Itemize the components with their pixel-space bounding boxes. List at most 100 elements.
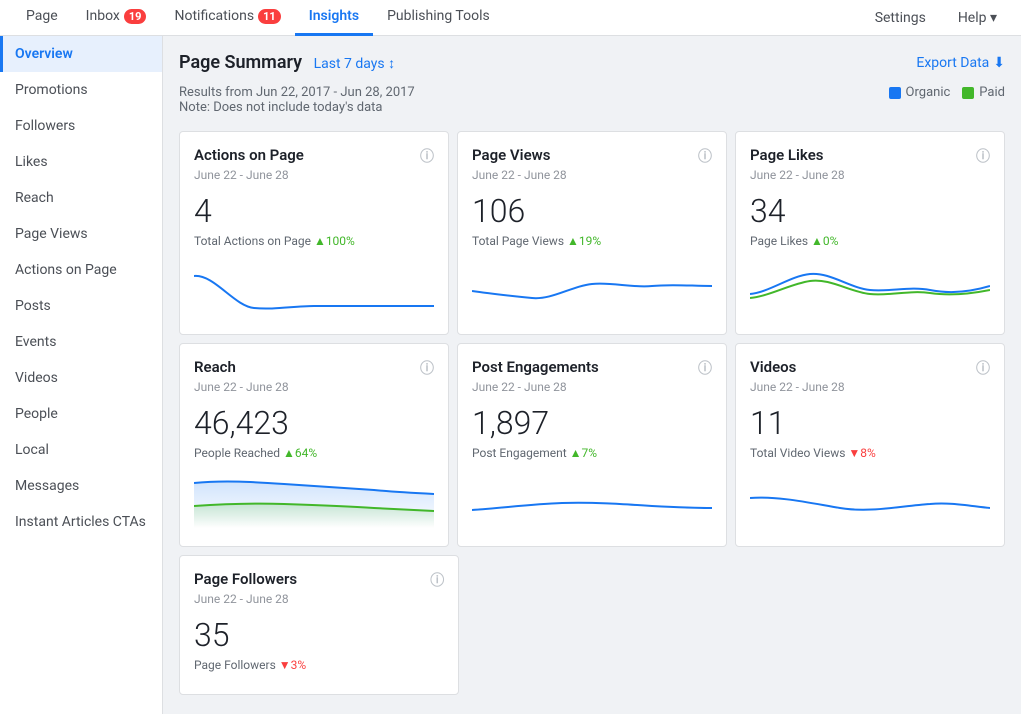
card-value-post-engagements: 1,897 [472,404,712,442]
date-range-text-group: Results from Jun 22, 2017 - Jun 28, 2017… [179,85,415,115]
export-data-button[interactable]: Export Data ⬇ [916,55,1005,71]
date-range-row: Results from Jun 22, 2017 - Jun 28, 2017… [179,85,1005,115]
card-page-followers: Page Followers ⓘ June 22 - June 28 35 Pa… [179,555,459,695]
card-videos: Videos ⓘ June 22 - June 28 11 Total Vide… [735,343,1005,547]
chart-actions [194,256,434,316]
change-actions: ▲100% [314,234,355,248]
chart-videos [750,468,990,528]
change-page-likes: ▲0% [811,234,838,248]
card-post-engagements: Post Engagements ⓘ June 22 - June 28 1,8… [457,343,727,547]
tab-notifications[interactable]: Notifications 11 [160,0,294,36]
card-title-page-followers: Page Followers ⓘ [194,570,444,590]
change-videos: ▼8% [848,446,875,460]
sidebar-item-people[interactable]: People [0,396,162,432]
organic-dot [889,87,901,99]
sidebar-item-posts[interactable]: Posts [0,288,162,324]
card-value-page-views: 106 [472,192,712,230]
card-desc-page-views: Total Page Views ▲19% [472,234,712,248]
paid-dot [962,87,974,99]
sidebar-item-promotions[interactable]: Promotions [0,72,162,108]
card-actions-on-page: Actions on Page ⓘ June 22 - June 28 4 To… [179,131,449,335]
top-nav-left: Page Inbox 19 Notifications 11 Insights … [12,0,863,36]
date-range-text: Results from Jun 22, 2017 - Jun 28, 2017 [179,85,415,100]
chart-page-views [472,256,712,316]
card-reach: Reach ⓘ June 22 - June 28 46,423 People … [179,343,449,547]
sidebar-item-local[interactable]: Local [0,432,162,468]
tab-inbox[interactable]: Inbox 19 [72,0,161,36]
card-desc-post-engagements: Post Engagement ▲7% [472,446,712,460]
change-post-engagements: ▲7% [570,446,597,460]
top-nav-right: Settings Help ▾ [863,0,1009,36]
card-page-views: Page Views ⓘ June 22 - June 28 106 Total… [457,131,727,335]
card-subtitle-page-likes: June 22 - June 28 [750,168,990,182]
chart-reach [194,468,434,528]
info-icon-videos[interactable]: ⓘ [976,358,990,378]
card-subtitle-page-followers: June 22 - June 28 [194,592,444,606]
sidebar-item-messages[interactable]: Messages [0,468,162,504]
main-content: Page Summary Last 7 days ↕ Export Data ⬇… [163,36,1021,714]
tab-insights[interactable]: Insights [295,0,373,36]
card-desc-reach: People Reached ▲64% [194,446,434,460]
help-button[interactable]: Help ▾ [946,0,1009,36]
layout: Overview Promotions Followers Likes Reac… [0,36,1021,714]
card-subtitle-reach: June 22 - June 28 [194,380,434,394]
card-desc-actions: Total Actions on Page ▲100% [194,234,434,248]
info-icon-reach[interactable]: ⓘ [420,358,434,378]
card-value-reach: 46,423 [194,404,434,442]
card-value-videos: 11 [750,404,990,442]
card-value-actions: 4 [194,192,434,230]
card-page-likes: Page Likes ⓘ June 22 - June 28 34 Page L… [735,131,1005,335]
notifications-badge: 11 [258,9,281,24]
card-title-actions: Actions on Page ⓘ [194,146,434,166]
legend-organic: Organic [889,85,951,100]
card-desc-videos: Total Video Views ▼8% [750,446,990,460]
inbox-badge: 19 [124,9,147,24]
sidebar-item-page-views[interactable]: Page Views [0,216,162,252]
legend-paid: Paid [962,85,1005,100]
tab-page[interactable]: Page [12,0,72,36]
card-desc-page-followers: Page Followers ▼3% [194,658,444,672]
info-icon-page-likes[interactable]: ⓘ [976,146,990,166]
chart-legend: Organic Paid [889,85,1005,100]
export-icon: ⬇ [993,55,1005,71]
card-title-reach: Reach ⓘ [194,358,434,378]
card-value-page-followers: 35 [194,616,444,654]
info-icon-post-engagements[interactable]: ⓘ [698,358,712,378]
summary-header: Page Summary Last 7 days ↕ Export Data ⬇ [179,52,1005,73]
card-subtitle-actions: June 22 - June 28 [194,168,434,182]
tab-publishing-tools[interactable]: Publishing Tools [373,0,504,36]
card-subtitle-post-engagements: June 22 - June 28 [472,380,712,394]
change-page-views: ▲19% [567,234,601,248]
summary-title-group: Page Summary Last 7 days ↕ [179,52,395,73]
card-title-page-views: Page Views ⓘ [472,146,712,166]
sidebar-item-followers[interactable]: Followers [0,108,162,144]
date-range-note: Note: Does not include today's data [179,100,415,115]
sidebar-item-overview[interactable]: Overview [0,36,162,72]
sidebar-item-videos[interactable]: Videos [0,360,162,396]
info-icon-page-views[interactable]: ⓘ [698,146,712,166]
info-icon-page-followers[interactable]: ⓘ [430,570,444,590]
sidebar-item-likes[interactable]: Likes [0,144,162,180]
sidebar-item-reach[interactable]: Reach [0,180,162,216]
card-value-page-likes: 34 [750,192,990,230]
cards-grid: Actions on Page ⓘ June 22 - June 28 4 To… [179,131,1005,547]
chart-page-likes [750,256,990,316]
summary-title: Page Summary [179,52,302,73]
sidebar-item-actions-on-page[interactable]: Actions on Page [0,252,162,288]
card-subtitle-videos: June 22 - June 28 [750,380,990,394]
settings-button[interactable]: Settings [863,0,938,36]
sidebar: Overview Promotions Followers Likes Reac… [0,36,163,714]
card-title-videos: Videos ⓘ [750,358,990,378]
chart-post-engagements [472,468,712,528]
card-title-post-engagements: Post Engagements ⓘ [472,358,712,378]
card-title-page-likes: Page Likes ⓘ [750,146,990,166]
top-nav: Page Inbox 19 Notifications 11 Insights … [0,0,1021,36]
change-reach: ▲64% [283,446,317,460]
sidebar-item-events[interactable]: Events [0,324,162,360]
change-page-followers: ▼3% [279,658,306,672]
summary-period[interactable]: Last 7 days ↕ [314,56,396,72]
info-icon-actions[interactable]: ⓘ [420,146,434,166]
card-subtitle-page-views: June 22 - June 28 [472,168,712,182]
sidebar-item-instant-articles[interactable]: Instant Articles CTAs [0,504,162,540]
card-desc-page-likes: Page Likes ▲0% [750,234,990,248]
